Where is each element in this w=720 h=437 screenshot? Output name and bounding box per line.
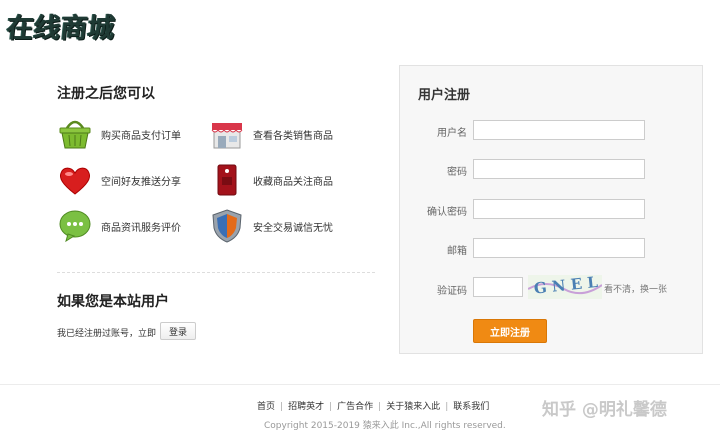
confirm-password-label: 确认密码 xyxy=(427,207,467,218)
bookmark-tag-icon xyxy=(209,162,245,198)
benefit-item-browse: 查看各类销售商品 xyxy=(209,116,333,152)
benefit-label: 收藏商品关注商品 xyxy=(253,176,333,188)
shield-icon xyxy=(209,208,245,244)
benefit-label: 购买商品支付订单 xyxy=(101,130,181,142)
benefit-item-share: 空间好友推送分享 xyxy=(57,162,181,198)
footer-link-contact[interactable]: 联系我们 xyxy=(453,402,489,412)
captcha-refresh-link[interactable]: 看不清，换一张 xyxy=(604,282,667,295)
captcha-label: 验证码 xyxy=(437,286,467,297)
email-label: 邮箱 xyxy=(447,246,467,257)
benefit-item-secure: 安全交易诚信无忧 xyxy=(209,208,333,244)
heart-icon xyxy=(57,162,93,198)
captcha-input[interactable] xyxy=(473,277,523,297)
storefront-icon xyxy=(209,116,245,152)
copyright-text: Copyright 2015-2019 猿来入此 Inc.,All rights… xyxy=(264,421,506,431)
benefit-label: 商品资讯服务评价 xyxy=(101,222,181,234)
watermark: 知乎 @明礼馨德 xyxy=(542,400,667,420)
existing-user-title: 如果您是本站用户 xyxy=(57,294,169,310)
captcha-image[interactable]: G N E L xyxy=(528,275,602,299)
site-logo[interactable]: 在线商城 xyxy=(5,6,117,45)
login-button[interactable]: 登录 xyxy=(160,322,196,340)
username-label: 用户名 xyxy=(437,128,467,139)
password-input[interactable] xyxy=(473,159,645,179)
footer-links: 首页 | 招聘英才 | 广告合作 | 关于猿来入此 | 联系我们 xyxy=(257,402,490,412)
footer-link-ads[interactable]: 广告合作 xyxy=(337,402,373,412)
existing-user-text: 我已经注册过账号，立即 xyxy=(57,329,157,339)
benefit-label: 空间好友推送分享 xyxy=(101,176,181,188)
section-divider xyxy=(57,272,375,273)
footer-link-home[interactable]: 首页 xyxy=(257,402,275,412)
speech-bubble-icon xyxy=(57,208,93,244)
register-submit-button[interactable]: 立即注册 xyxy=(473,319,547,343)
footer-link-jobs[interactable]: 招聘英才 xyxy=(288,402,324,412)
benefit-label: 安全交易诚信无忧 xyxy=(253,222,333,234)
shopping-basket-icon xyxy=(57,116,93,152)
register-title: 用户注册 xyxy=(418,88,471,103)
password-label: 密码 xyxy=(447,167,467,178)
footer-divider xyxy=(0,384,720,385)
benefit-item-review: 商品资讯服务评价 xyxy=(57,208,181,244)
confirm-password-input[interactable] xyxy=(473,199,645,219)
benefits-title: 注册之后您可以 xyxy=(57,86,155,102)
footer-link-about[interactable]: 关于猿来入此 xyxy=(386,402,440,412)
benefit-label: 查看各类销售商品 xyxy=(253,130,333,142)
username-input[interactable] xyxy=(473,120,645,140)
benefit-item-buy: 购买商品支付订单 xyxy=(57,116,181,152)
benefit-item-favorite: 收藏商品关注商品 xyxy=(209,162,333,198)
email-input[interactable] xyxy=(473,238,645,258)
